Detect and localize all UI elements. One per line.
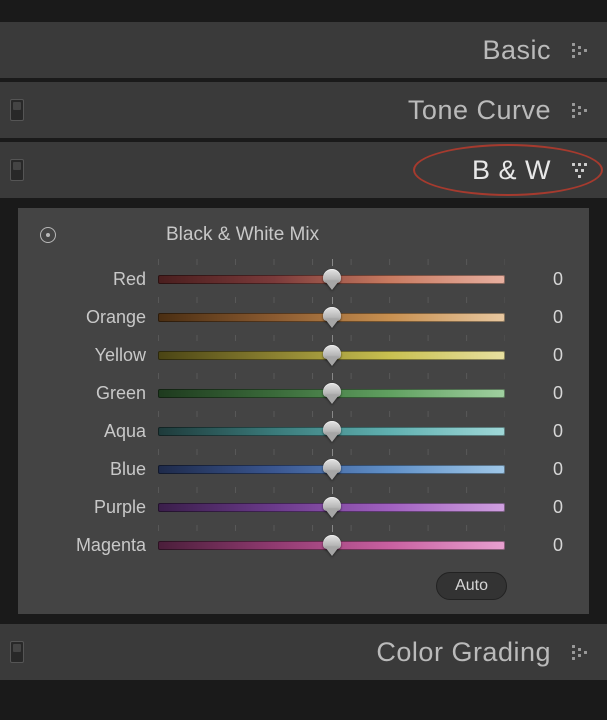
panel-basic-title: Basic xyxy=(482,35,551,66)
auto-button[interactable]: Auto xyxy=(436,572,507,600)
slider-center-tick xyxy=(332,373,333,380)
disclosure-collapsed-icon[interactable] xyxy=(569,100,589,120)
disclosure-expanded-icon[interactable] xyxy=(569,160,589,180)
slider-center-tick xyxy=(332,297,333,304)
slider-center-tick xyxy=(332,525,333,532)
slider-label: Magenta xyxy=(40,535,158,556)
target-adjustment-icon[interactable] xyxy=(40,227,56,243)
slider-center-tick xyxy=(332,335,333,342)
slider-magenta[interactable] xyxy=(158,533,505,557)
slider-green[interactable] xyxy=(158,381,505,405)
slider-value[interactable]: 0 xyxy=(505,421,567,442)
slider-label: Orange xyxy=(40,307,158,328)
slider-label: Green xyxy=(40,383,158,404)
panel-basic-header[interactable]: Basic xyxy=(0,20,607,80)
slider-purple[interactable] xyxy=(158,495,505,519)
slider-row-magenta: Magenta 0 xyxy=(40,526,567,564)
slider-orange[interactable] xyxy=(158,305,505,329)
slider-aqua[interactable] xyxy=(158,419,505,443)
slider-row-aqua: Aqua 0 xyxy=(40,412,567,450)
slider-label: Blue xyxy=(40,459,158,480)
slider-row-blue: Blue 0 xyxy=(40,450,567,488)
panel-switch-icon[interactable] xyxy=(10,99,24,121)
slider-row-purple: Purple 0 xyxy=(40,488,567,526)
slider-label: Red xyxy=(40,269,158,290)
panel-switch-icon[interactable] xyxy=(10,159,24,181)
panel-bw-title: B & W xyxy=(472,155,551,186)
slider-row-red: Red 0 xyxy=(40,260,567,298)
slider-center-tick xyxy=(332,259,333,266)
panel-tone-curve-title: Tone Curve xyxy=(408,95,551,126)
slider-center-tick xyxy=(332,449,333,456)
slider-value[interactable]: 0 xyxy=(505,345,567,366)
panel-color-grading-header[interactable]: Color Grading xyxy=(0,622,607,682)
slider-value[interactable]: 0 xyxy=(505,383,567,404)
slider-value[interactable]: 0 xyxy=(505,497,567,518)
bw-mix-title: Black & White Mix xyxy=(56,224,567,246)
slider-value[interactable]: 0 xyxy=(505,269,567,290)
slider-center-tick xyxy=(332,487,333,494)
disclosure-collapsed-icon[interactable] xyxy=(569,642,589,662)
slider-yellow[interactable] xyxy=(158,343,505,367)
panel-color-grading-title: Color Grading xyxy=(376,637,551,668)
slider-value[interactable]: 0 xyxy=(505,307,567,328)
slider-row-orange: Orange 0 xyxy=(40,298,567,336)
slider-label: Yellow xyxy=(40,345,158,366)
slider-label: Aqua xyxy=(40,421,158,442)
panel-bw-header[interactable]: B & W xyxy=(0,140,607,200)
panel-bw-body: Black & White Mix Red0Orange0Yellow0Gree… xyxy=(18,208,589,614)
slider-label: Purple xyxy=(40,497,158,518)
panel-switch-icon[interactable] xyxy=(10,641,24,663)
slider-center-tick xyxy=(332,411,333,418)
slider-row-yellow: Yellow 0 xyxy=(40,336,567,374)
slider-value[interactable]: 0 xyxy=(505,459,567,480)
disclosure-collapsed-icon[interactable] xyxy=(569,40,589,60)
slider-value[interactable]: 0 xyxy=(505,535,567,556)
panel-tone-curve-header[interactable]: Tone Curve xyxy=(0,80,607,140)
slider-red[interactable] xyxy=(158,267,505,291)
slider-row-green: Green 0 xyxy=(40,374,567,412)
slider-blue[interactable] xyxy=(158,457,505,481)
